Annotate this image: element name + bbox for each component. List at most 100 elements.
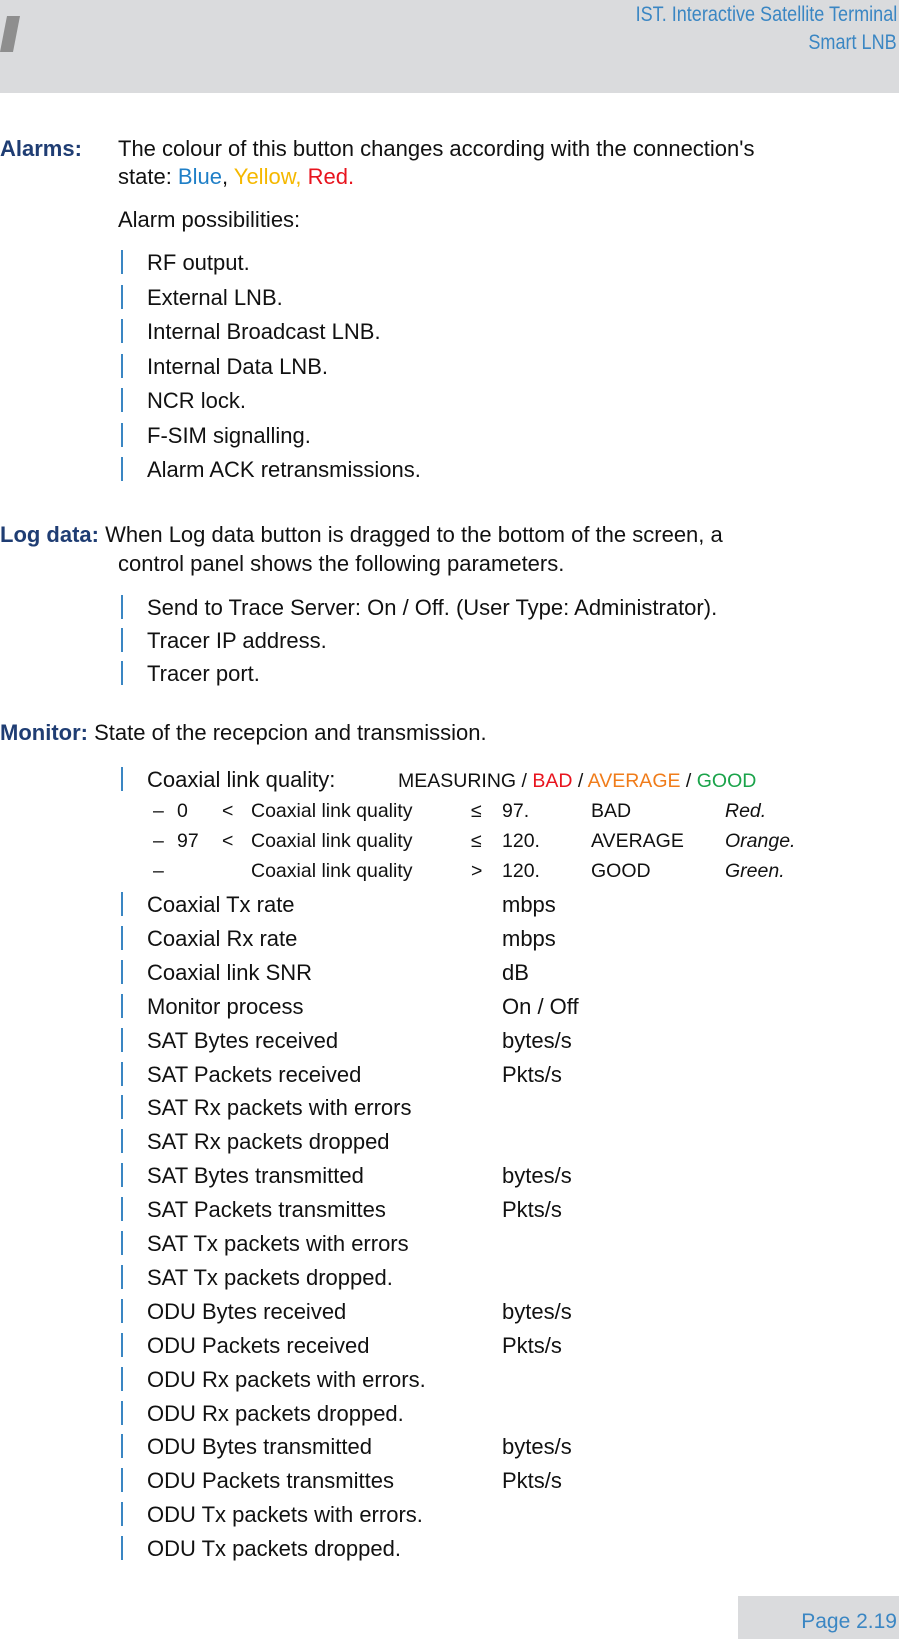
bullet-bar <box>121 767 123 791</box>
bullet-bar <box>121 1163 123 1188</box>
param-name: Coaxial Tx rate <box>147 892 295 917</box>
param-name: Monitor process <box>147 993 304 1019</box>
list-item: Send to Trace Server: On / Off. (User Ty… <box>147 595 718 620</box>
bullet-bar <box>121 284 123 309</box>
page-number: Page 2.19 <box>801 1610 897 1633</box>
rule-name: Coaxial link quality <box>251 860 413 882</box>
header-title: IST. Interactive Satellite Terminal <box>635 3 897 26</box>
param-unit: mbps <box>502 892 556 917</box>
quality-states: MEASURING / BAD / AVERAGE / GOOD <box>398 770 757 792</box>
param-name: ODU Bytes transmitted <box>147 1434 372 1460</box>
param-name: ODU Packets received <box>147 1332 370 1358</box>
list-item: NCR lock. <box>147 388 247 413</box>
bullet-bar <box>121 1095 123 1120</box>
bullet-bar <box>121 1027 123 1052</box>
bullet-bar <box>121 1332 123 1357</box>
param-unit: bytes/s <box>502 1434 572 1460</box>
bullet-bar <box>121 319 123 343</box>
bullet-bar <box>121 1366 123 1391</box>
param-name: SAT Rx packets dropped <box>147 1129 390 1155</box>
bullet-bar <box>121 457 123 481</box>
alarm-possibilities-title: Alarm possibilities: <box>118 207 301 232</box>
bullet-bar <box>121 388 123 412</box>
param-unit: mbps <box>502 925 556 951</box>
alarms-label: Alarms: <box>0 136 82 161</box>
rule-name: Coaxial link quality <box>251 830 413 852</box>
rule-val: 120. <box>502 860 540 882</box>
rule-name: Coaxial link quality <box>251 800 413 822</box>
param-name: SAT Packets received <box>147 1061 362 1087</box>
bullet-bar <box>121 959 123 984</box>
list-item: F-SIM signalling. <box>147 422 311 448</box>
param-unit: bytes/s <box>502 1298 572 1324</box>
bullet-bar <box>121 1129 123 1154</box>
bullet-bar <box>121 925 123 950</box>
param-name: ODU Packets transmittes <box>147 1468 394 1494</box>
bullet-bar <box>121 353 123 378</box>
param-unit: bytes/s <box>502 1027 572 1053</box>
param-name: ODU Tx packets with errors. <box>147 1502 423 1528</box>
rule-low: 0 <box>177 800 188 822</box>
header-subtitle: Smart LNB <box>808 31 897 54</box>
param-name: Coaxial Rx rate <box>147 925 298 951</box>
param-name: ODU Rx packets with errors. <box>147 1366 426 1392</box>
param-unit: dB <box>502 959 529 985</box>
bullet-bar <box>121 1502 123 1527</box>
list-item: Internal Data LNB. <box>147 353 328 379</box>
param-unit: Pkts/s <box>502 1468 562 1494</box>
bullet-bar <box>121 1197 123 1222</box>
log-intro: Log data: When Log data button is dragge… <box>0 522 723 547</box>
param-name: ODU Tx packets dropped. <box>147 1536 401 1562</box>
rule-state: BAD <box>591 800 632 822</box>
param-name: SAT Bytes received <box>147 1027 339 1053</box>
rule-state: AVERAGE <box>591 830 684 852</box>
list-item: Alarm ACK retransmissions. <box>147 457 421 482</box>
param-name: SAT Rx packets with errors <box>147 1095 412 1121</box>
bullet-bar <box>121 1061 123 1086</box>
param-unit: Pkts/s <box>502 1197 562 1223</box>
rule-lt: < <box>222 800 234 822</box>
bullet-bar <box>121 1536 123 1561</box>
rule-color: Red. <box>725 800 767 822</box>
bullet-bar <box>121 892 123 916</box>
alarms-text: The colour of this button changes accord… <box>118 136 755 161</box>
bullet-bar <box>121 1434 123 1459</box>
param-unit: On / Off <box>502 993 579 1019</box>
bullet-bar <box>121 1400 123 1425</box>
bullet-bar <box>121 422 123 447</box>
list-item: Tracer IP address. <box>147 628 327 653</box>
rule-dash: – <box>153 830 164 852</box>
rule-op: ≤ <box>471 800 482 822</box>
param-unit: Pkts/s <box>502 1061 562 1087</box>
param-name: ODU Rx packets dropped. <box>147 1400 404 1426</box>
param-name: Coaxial link SNR <box>147 959 313 985</box>
param-name: ODU Bytes received <box>147 1298 347 1324</box>
log-text: control panel shows the following parame… <box>118 551 565 576</box>
bullet-bar <box>121 250 123 274</box>
bullet-bar <box>121 993 123 1018</box>
list-item: External LNB. <box>147 284 283 310</box>
list-item: Internal Broadcast LNB. <box>147 319 381 344</box>
bullet-bar <box>121 1298 123 1323</box>
param-name: SAT Bytes transmitted <box>147 1163 364 1189</box>
param-unit: Pkts/s <box>502 1332 562 1358</box>
rule-color: Green. <box>725 860 785 882</box>
param-name: SAT Packets transmittes <box>147 1197 386 1223</box>
bullet-bar <box>121 1468 123 1493</box>
page-header: IST. Interactive Satellite Terminal Smar… <box>0 0 899 93</box>
rule-val: 97. <box>502 800 530 822</box>
rule-op: ≤ <box>471 830 482 852</box>
rule-lt: < <box>222 830 234 852</box>
bullet-bar <box>121 595 123 619</box>
quality-name: Coaxial link quality: <box>147 767 336 792</box>
bullet-bar <box>121 1264 123 1289</box>
rule-low: 97 <box>177 830 199 852</box>
list-item: RF output. <box>147 250 250 275</box>
rule-dash: – <box>153 860 164 882</box>
param-name: SAT Tx packets dropped. <box>147 1264 393 1290</box>
rule-dash: – <box>153 800 164 822</box>
bullet-bar <box>121 628 123 652</box>
logo-slash-icon <box>0 16 20 52</box>
rule-op: > <box>471 860 483 882</box>
param-unit: bytes/s <box>502 1163 572 1189</box>
